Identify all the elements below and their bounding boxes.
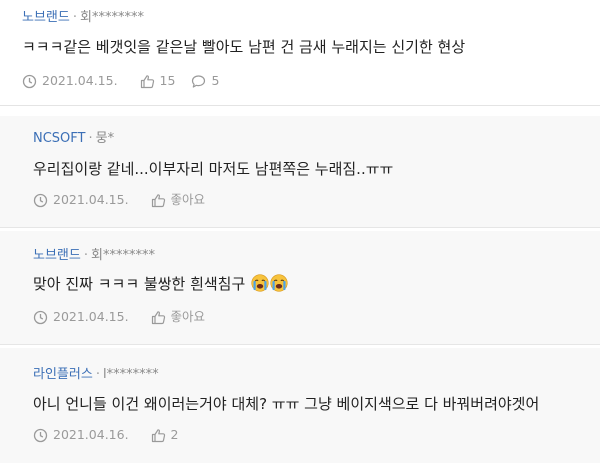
comment-meta: 2021.04.15. 15 5	[22, 72, 235, 90]
reply-user-id: 회********	[90, 248, 155, 263]
like-label: 좋아요	[170, 309, 206, 324]
like-button[interactable]: 좋아요	[151, 191, 206, 209]
reply-nickname[interactable]: NCSOFT	[33, 131, 85, 146]
reply-nickname[interactable]: 라인플러스	[33, 367, 93, 382]
reply-user-id: 뭉*	[95, 131, 115, 146]
reply-text: 맞아 진짜 ㅋㅋㅋ 불쌍한 흰색침구	[33, 275, 246, 293]
clock-icon	[33, 428, 48, 443]
like-count: 15	[159, 73, 176, 88]
reply-text: 우리집이랑 같네...이부자리 마저도 남편쪽은 누래짐..ㅠㅠ	[33, 160, 394, 178]
separator-dot: ·	[95, 367, 100, 382]
thumbs-up-icon	[151, 310, 166, 325]
reply-text-line: 맞아 진짜 ㅋㅋㅋ 불쌍한 흰색침구	[33, 273, 288, 295]
reply-header: 라인플러스 · l********	[33, 366, 159, 384]
like-button[interactable]: 좋아요	[151, 308, 206, 326]
reply-nickname[interactable]: 노브랜드	[33, 248, 81, 263]
reply-meta: 2021.04.16. 2	[33, 426, 195, 444]
reply-item: 노브랜드 · 회******** 맞아 진짜 ㅋㅋㅋ 불쌍한 흰색침구 2021.0…	[0, 231, 600, 345]
reply-meta: 2021.04.15. 좋아요	[33, 191, 221, 209]
comment-user-id: 회********	[79, 10, 144, 25]
reply-date: 2021.04.16.	[53, 427, 129, 442]
speech-bubble-icon	[191, 74, 206, 89]
reply-user-id: l********	[102, 367, 159, 382]
reply-meta: 2021.04.15. 좋아요	[33, 308, 221, 326]
comment-header: 노브랜드 · 회********	[22, 9, 144, 27]
clock-icon	[22, 74, 37, 89]
like-button[interactable]: 15	[140, 72, 176, 90]
comment-text: ㅋㅋㅋ같은 베갯잇을 같은날 빨아도 남편 건 금새 누래지는 신기한 현상	[22, 38, 466, 56]
reply-header: NCSOFT · 뭉*	[33, 130, 114, 148]
reply-date: 2021.04.15.	[53, 309, 129, 324]
thumbs-up-icon	[151, 428, 166, 443]
separator-dot: ·	[83, 248, 88, 263]
reply-text: 아니 언니들 이건 왜이러는거야 대체? ㅠㅠ 그냥 베이지색으로 다 바꿔버려…	[33, 395, 540, 413]
like-button[interactable]: 2	[151, 426, 179, 444]
comment-nickname[interactable]: 노브랜드	[22, 10, 70, 25]
like-count: 2	[170, 427, 179, 442]
thumbs-up-icon	[140, 74, 155, 89]
comment: 노브랜드 · 회******** ㅋㅋㅋ같은 베갯잇을 같은날 빨아도 남편 건 금…	[0, 0, 600, 106]
crying-face-emoji	[251, 274, 269, 298]
reply-date: 2021.04.15.	[53, 192, 129, 207]
separator-dot: ·	[88, 131, 93, 146]
reply-item: NCSOFT · 뭉* 우리집이랑 같네...이부자리 마저도 남편쪽은 누래짐..…	[0, 116, 600, 228]
comment-date: 2021.04.15.	[42, 73, 118, 88]
reply-item: 라인플러스 · l******** 아니 언니들 이건 왜이러는거야 대체? ㅠㅠ …	[0, 348, 600, 463]
reply-button[interactable]: 5	[191, 72, 219, 90]
clock-icon	[33, 310, 48, 325]
reply-header: 노브랜드 · 회********	[33, 247, 155, 265]
like-label: 좋아요	[170, 192, 206, 207]
crying-face-emoji	[270, 274, 288, 298]
separator-dot: ·	[72, 10, 77, 25]
thumbs-up-icon	[151, 193, 166, 208]
reply-count: 5	[211, 73, 220, 88]
clock-icon	[33, 193, 48, 208]
